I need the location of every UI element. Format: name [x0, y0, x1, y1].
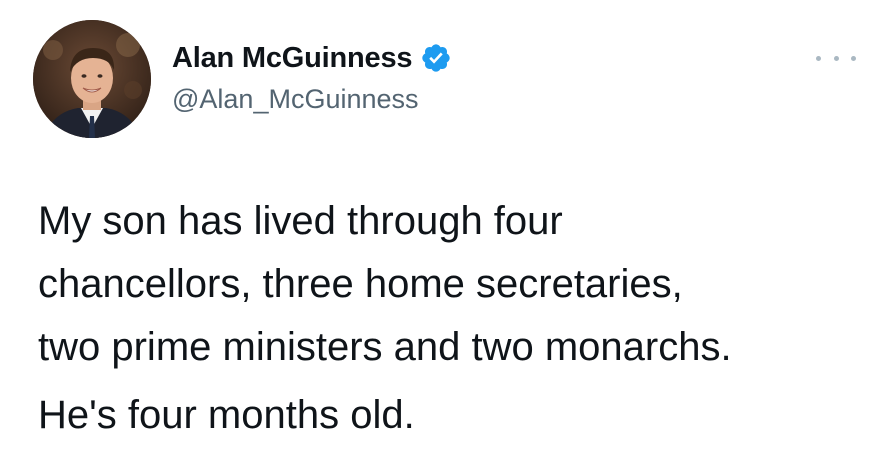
avatar[interactable]: [33, 20, 151, 138]
more-options-icon[interactable]: [816, 48, 856, 68]
author-name-row: Alan McGuinness: [172, 38, 452, 78]
author-display-name[interactable]: Alan McGuinness: [172, 42, 413, 75]
tweet-follow-up-text: He's four months old.: [38, 393, 415, 437]
author-handle[interactable]: @Alan_McGuinness: [172, 84, 419, 115]
more-dot: [833, 55, 839, 61]
verified-badge-icon: [420, 42, 452, 74]
more-dot: [816, 55, 821, 61]
tweet-text: My son has lived through four chancellor…: [38, 199, 732, 369]
avatar-photo: [33, 20, 151, 138]
more-dot: [851, 55, 856, 61]
tweet-card: Alan McGuinness @Alan_McGuinness My son …: [0, 0, 893, 465]
